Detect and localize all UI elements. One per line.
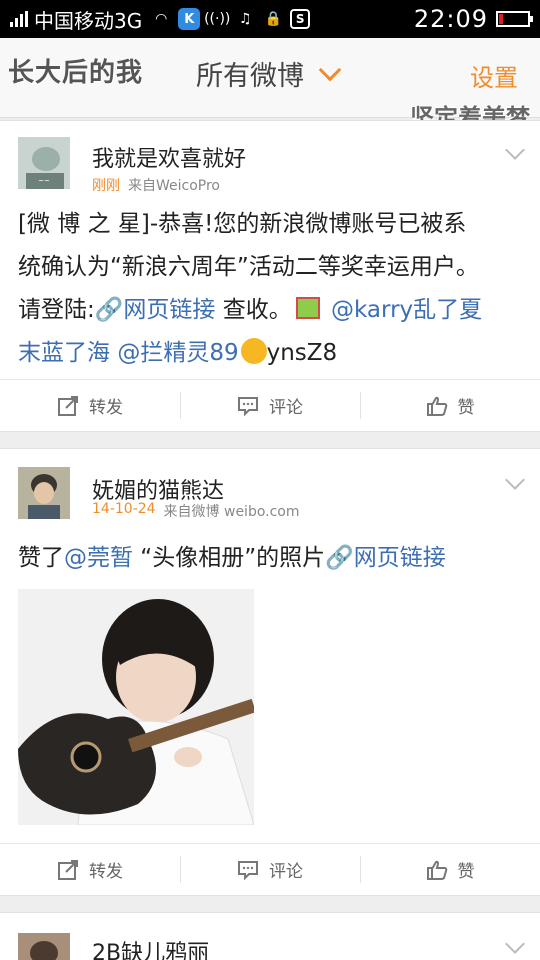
avatar[interactable]: ~~ xyxy=(18,137,70,189)
mention-link[interactable]: @拦精灵89 xyxy=(117,340,238,366)
clock: 22:09 xyxy=(413,5,488,33)
web-link[interactable]: 🔗网页链接 xyxy=(325,545,446,571)
post-menu-chevron-icon[interactable] xyxy=(505,140,525,160)
gift-icon xyxy=(295,297,320,319)
post-text-fragment: 赞了 xyxy=(18,545,64,571)
post-photo[interactable] xyxy=(18,589,254,825)
chevron-down-icon xyxy=(318,58,342,81)
post-username[interactable]: 我就是欢喜就好 xyxy=(92,141,246,173)
repost-icon xyxy=(58,395,78,416)
repost-button[interactable]: 转发 xyxy=(0,380,180,431)
mention-link[interactable]: @莞暂 xyxy=(64,545,133,571)
comment-button[interactable]: 评论 xyxy=(180,844,360,895)
web-link[interactable]: 🔗网页链接 xyxy=(95,297,216,323)
page-title: 所有微博 xyxy=(196,61,304,92)
post-text-line: 统确认为“新浪六周年”活动二等奖幸运用户。 xyxy=(18,254,479,280)
top-nav: 长大后的我 所有微博 设置 坚定着美梦 xyxy=(0,38,540,132)
like-button[interactable]: 赞 xyxy=(360,844,540,895)
comment-icon xyxy=(238,396,258,416)
post-time: 14-10-24 xyxy=(92,501,156,517)
post-meta: 14-10-24 来自微博 weibo.com xyxy=(92,501,300,521)
battery-icon xyxy=(496,11,533,27)
back-button[interactable]: 长大后的我 xyxy=(8,52,143,89)
post-text-fragment: ynsZ8 xyxy=(266,340,338,366)
post-actions: 转发 评论 赞 xyxy=(0,843,540,895)
post-meta: 刚刚 来自WeicoPro xyxy=(92,175,220,195)
repost-icon xyxy=(58,859,78,880)
carrier-label: 中国移动3G xyxy=(34,8,143,33)
mention-link[interactable]: @karry乱了夏 xyxy=(331,297,482,323)
post-card[interactable]: 妩媚的猫熊达 14-10-24 来自微博 weibo.com 赞了@莞暂 “头像… xyxy=(0,448,540,896)
comment-label: 评论 xyxy=(269,398,303,418)
post-body: [微 博 之 星]-恭喜!您的新浪微博账号已被系 统确认为“新浪六周年”活动二等… xyxy=(18,203,526,375)
signal-icon xyxy=(10,11,28,27)
like-label: 赞 xyxy=(457,398,475,418)
lock-icon: 🔒 xyxy=(264,11,282,27)
post-body: 赞了@莞暂 “头像相册”的照片🔗网页链接 xyxy=(18,537,526,580)
post-actions: 转发 评论 赞 xyxy=(0,379,540,431)
post-source: 来自WeicoPro xyxy=(128,178,220,194)
post-time: 刚刚 xyxy=(92,178,120,194)
emoji-icon xyxy=(240,338,267,364)
status-bar: 中国移动3G ◠ K ((·)) ♫ 🔒 S 22:09 xyxy=(0,0,540,38)
like-button[interactable]: 赞 xyxy=(360,380,540,431)
repost-label: 转发 xyxy=(89,862,123,882)
thumbs-up-icon xyxy=(426,396,447,416)
avatar[interactable] xyxy=(18,467,70,519)
repost-button[interactable]: 转发 xyxy=(0,844,180,895)
svg-text:~~: ~~ xyxy=(38,177,50,185)
thumbs-up-icon xyxy=(426,860,447,880)
comment-icon xyxy=(238,860,258,880)
comment-label: 评论 xyxy=(269,862,303,882)
post-text-fragment: 查收。 xyxy=(215,297,292,323)
post-menu-chevron-icon[interactable] xyxy=(505,934,525,954)
post-menu-chevron-icon[interactable] xyxy=(505,470,525,490)
avatar[interactable] xyxy=(18,933,70,960)
wifi-icon: ◠ xyxy=(155,11,168,27)
post-username[interactable]: 2B缺儿鸦丽 xyxy=(92,935,209,960)
repost-label: 转发 xyxy=(89,398,123,418)
post-text-fragment: “头像相册”的照片 xyxy=(133,545,326,571)
comment-button[interactable]: 评论 xyxy=(180,380,360,431)
post-card[interactable]: 2B缺儿鸦丽 xyxy=(0,912,540,960)
feed-group-selector[interactable]: 所有微博 xyxy=(196,54,342,93)
shield-icon: S xyxy=(290,9,311,29)
settings-button[interactable]: 设置 xyxy=(470,58,518,93)
mention-link[interactable]: 末蓝了海 xyxy=(18,340,110,366)
like-label: 赞 xyxy=(457,862,475,882)
post-text-line: 请登陆:🔗网页链接 查收。 @karry乱了夏 xyxy=(18,289,526,332)
k-app-icon: K xyxy=(178,8,201,30)
post-card[interactable]: ~~ 我就是欢喜就好 刚刚 来自WeicoPro [微 博 之 星]-恭喜!您的… xyxy=(0,120,540,432)
post-text-line: [微 博 之 星]-恭喜!您的新浪微博账号已被系 xyxy=(18,211,467,237)
post-text-fragment: 请登陆: xyxy=(18,297,95,323)
post-text-line: 末蓝了海 @拦精灵89 ynsZ8 xyxy=(18,332,526,375)
wireless-icon: ((·)) xyxy=(204,11,231,27)
post-source: 来自微博 weibo.com xyxy=(163,504,300,520)
headset-icon: ♫ xyxy=(238,11,252,27)
